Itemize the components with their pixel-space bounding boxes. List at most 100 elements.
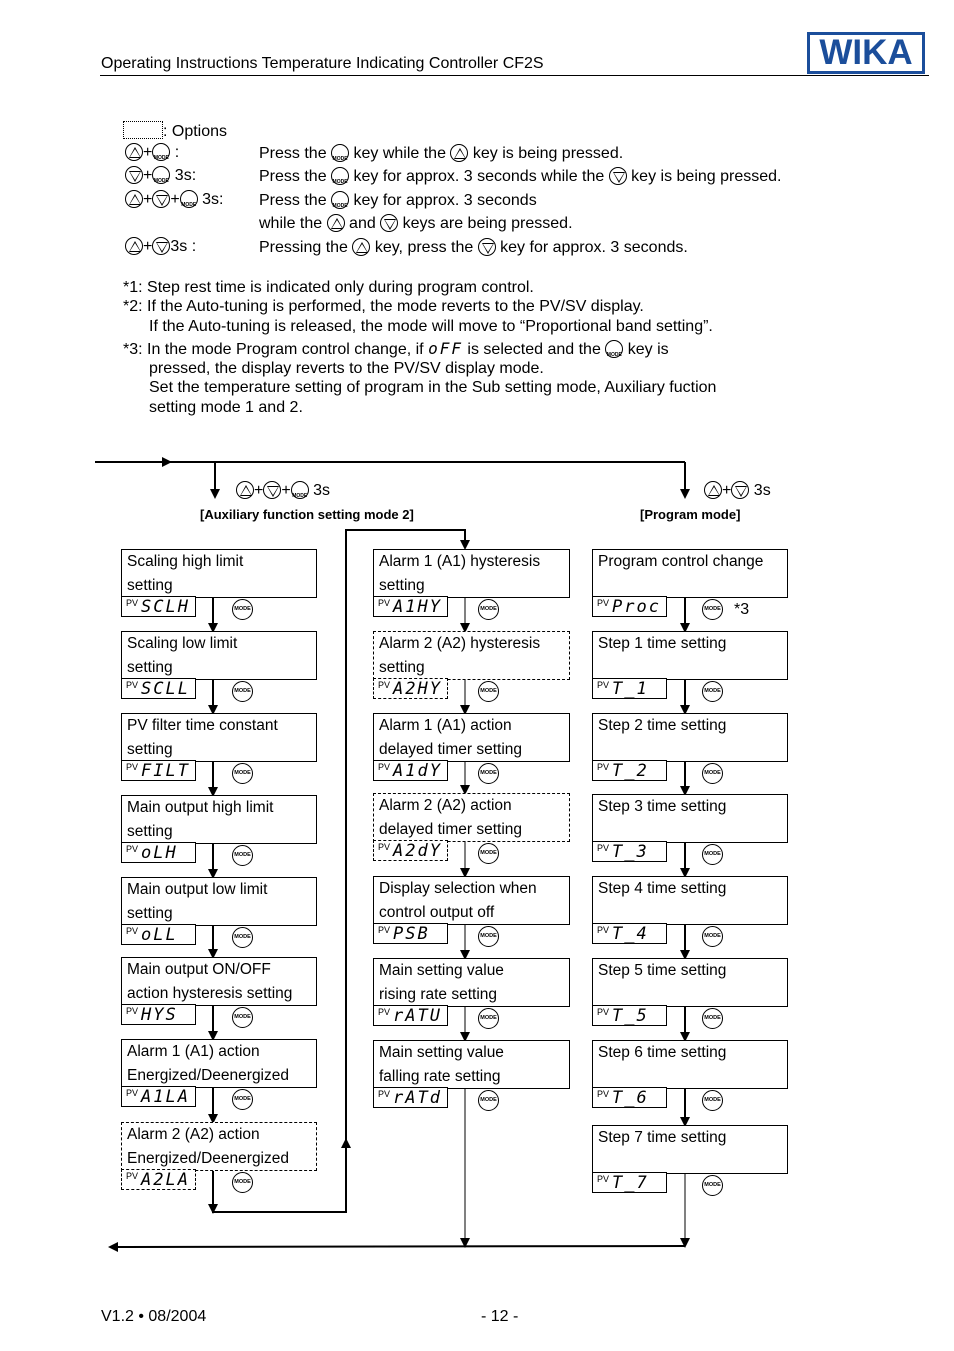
step-label-line2: delayed timer setting bbox=[379, 741, 523, 758]
segment-code: T_1 bbox=[612, 679, 649, 699]
pv-display: PV SCLH bbox=[121, 596, 196, 617]
setting-step-box: Program control change bbox=[592, 549, 788, 598]
pv-label: PV bbox=[378, 1089, 391, 1099]
setting-step-box: Step 2 time setting bbox=[592, 713, 788, 762]
setting-step-box: Main setting value falling rate setting bbox=[373, 1040, 570, 1089]
mode-key-icon bbox=[232, 1089, 253, 1110]
pv-display: PV HYS bbox=[121, 1004, 196, 1025]
mode-key-icon bbox=[478, 1090, 499, 1111]
mode-key-icon bbox=[478, 599, 499, 620]
step-label-line1: Alarm 2 (A2) action bbox=[127, 1126, 260, 1143]
pv-label: PV bbox=[378, 1007, 391, 1017]
step-label-line2: falling rate setting bbox=[379, 1068, 501, 1085]
mode-key-icon bbox=[478, 681, 499, 702]
step-label-line1: Step 4 time setting bbox=[598, 880, 727, 897]
pv-label: PV bbox=[126, 1006, 139, 1016]
segment-code: rATU bbox=[393, 1006, 442, 1026]
step-label-line1: Alarm 1 (A1) hysteresis bbox=[379, 553, 541, 570]
setting-step-box: Alarm 2 (A2) action Energized/Deenergized bbox=[121, 1122, 317, 1171]
step-label-line1: PV filter time constant bbox=[127, 717, 278, 734]
step-label-line1: Step 2 time setting bbox=[598, 717, 727, 734]
pv-label: PV bbox=[378, 598, 391, 608]
step-label-line1: Scaling low limit bbox=[127, 635, 238, 652]
pv-display: PV rATd bbox=[373, 1087, 448, 1108]
pv-label: PV bbox=[126, 762, 139, 772]
step-label-line1: Alarm 1 (A1) action bbox=[127, 1043, 260, 1060]
step-label-line1: Main setting value bbox=[379, 962, 504, 979]
segment-code: A2dY bbox=[393, 841, 442, 861]
pv-label: PV bbox=[597, 1174, 610, 1184]
footer-page-number: - 12 - bbox=[481, 1308, 519, 1325]
exit-arrow bbox=[108, 1241, 686, 1252]
pv-label: PV bbox=[126, 680, 139, 690]
mode-key-icon bbox=[232, 681, 253, 702]
segment-code: FILT bbox=[141, 761, 190, 781]
pv-display: PV T_3 bbox=[592, 841, 667, 862]
pv-display: PV oLH bbox=[121, 842, 196, 863]
step-label-line2: rising rate setting bbox=[379, 986, 498, 1003]
mode-key-icon bbox=[702, 844, 723, 865]
segment-code: A2HY bbox=[393, 679, 442, 699]
pv-label: PV bbox=[378, 842, 391, 852]
setting-step-box: Step 1 time setting bbox=[592, 631, 788, 680]
segment-code: A2LA bbox=[141, 1170, 190, 1190]
setting-step-box: Alarm 2 (A2) action delayed timer setting bbox=[373, 793, 570, 842]
step-label-line1: Step 7 time setting bbox=[598, 1129, 727, 1146]
pv-display: PV T_5 bbox=[592, 1005, 667, 1026]
pv-display: PV PSB bbox=[373, 923, 448, 944]
setting-step-box: Step 4 time setting bbox=[592, 876, 788, 925]
mode-key-icon bbox=[232, 845, 253, 866]
keys-suffix: 3s bbox=[753, 482, 771, 499]
up-key-icon bbox=[704, 481, 722, 499]
pv-label: PV bbox=[597, 843, 610, 853]
setting-step-box: Main output high limit setting bbox=[121, 795, 317, 844]
step-label-line2: setting bbox=[127, 823, 173, 840]
mode-key-icon bbox=[478, 843, 499, 864]
step-label-line2: delayed timer setting bbox=[379, 821, 523, 838]
pv-label: PV bbox=[597, 762, 610, 772]
prog-mode-title: [Program mode] bbox=[640, 507, 741, 522]
pv-display: PV T_6 bbox=[592, 1087, 667, 1108]
pv-label: PV bbox=[597, 680, 610, 690]
pv-label: PV bbox=[126, 926, 139, 936]
pv-display: PV T_4 bbox=[592, 923, 667, 944]
step-label-line1: Scaling high limit bbox=[127, 553, 244, 570]
step-label-line1: Step 1 time setting bbox=[598, 635, 727, 652]
mode-key-icon bbox=[702, 599, 723, 620]
setting-step-box: Alarm 1 (A1) action Energized/Deenergized bbox=[121, 1039, 317, 1088]
setting-step-box: Display selection when control output off bbox=[373, 876, 570, 925]
pv-display: PV FILT bbox=[121, 760, 196, 781]
segment-code: A1HY bbox=[393, 597, 442, 617]
pv-display: PV Proc bbox=[592, 596, 667, 617]
segment-code: T_3 bbox=[612, 842, 649, 862]
setting-step-box: Step 3 time setting bbox=[592, 794, 788, 843]
step-label-line2: setting bbox=[379, 577, 425, 594]
segment-code: T_2 bbox=[612, 761, 649, 781]
mode-key-icon bbox=[232, 599, 253, 620]
mode-key-icon bbox=[702, 1090, 723, 1111]
pv-label: PV bbox=[126, 598, 139, 608]
pv-label: PV bbox=[597, 598, 610, 608]
pv-display: PV rATU bbox=[373, 1005, 448, 1026]
step-label-line2: action hysteresis setting bbox=[127, 985, 293, 1002]
pv-display: PV A1dY bbox=[373, 760, 448, 781]
keys-suffix: 3s bbox=[313, 482, 331, 499]
footer-version: V1.2 • 08/2004 bbox=[101, 1308, 207, 1325]
segment-code: oLL bbox=[141, 925, 178, 945]
segment-code: SCLL bbox=[141, 679, 190, 699]
down-key-icon bbox=[263, 481, 282, 499]
setting-step-box: Alarm 1 (A1) hysteresis setting bbox=[373, 549, 570, 598]
footnote-ref: *3 bbox=[734, 601, 750, 618]
aux-keys: ++ 3s bbox=[236, 481, 331, 506]
up-key-icon bbox=[236, 481, 254, 499]
segment-code: T_7 bbox=[612, 1173, 649, 1193]
pv-label: PV bbox=[378, 680, 391, 690]
segment-code: oLH bbox=[141, 843, 178, 863]
mode-key-icon bbox=[478, 926, 499, 947]
step-label-line1: Alarm 2 (A2) action bbox=[379, 797, 512, 814]
step-label-line1: Alarm 1 (A1) action bbox=[379, 717, 512, 734]
segment-code: HYS bbox=[141, 1005, 178, 1025]
mode-key-icon bbox=[232, 1172, 253, 1193]
step-label-line1: Main setting value bbox=[379, 1044, 504, 1061]
segment-code: T_5 bbox=[612, 1006, 649, 1026]
